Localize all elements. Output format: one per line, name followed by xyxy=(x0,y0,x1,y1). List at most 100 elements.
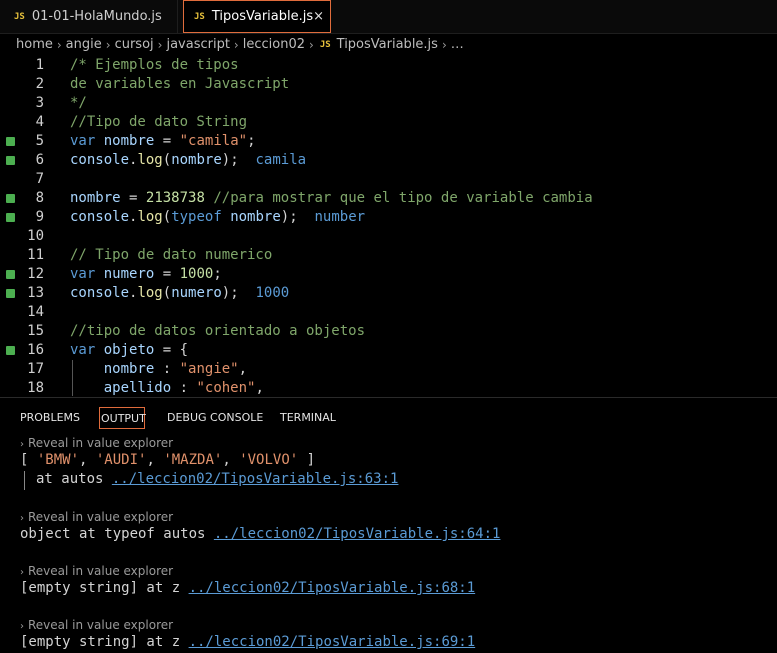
code-line[interactable]: 9 console.log(typeof nombre); number xyxy=(0,208,777,227)
line-code: /* Ejemplos de tipos xyxy=(70,57,239,73)
breadcrumb-javascript[interactable]: javascript xyxy=(166,37,229,52)
chevron-right-icon: › xyxy=(56,37,62,52)
breadcrumb-cursoj[interactable]: cursoj xyxy=(115,37,154,52)
line-code: var objeto = { xyxy=(70,342,189,358)
inline-value: number xyxy=(297,209,366,225)
code-editor[interactable]: 1 /* Ejemplos de tipos 2 de variables en Ja… xyxy=(0,55,777,396)
tab-problems[interactable]: PROBLEMS xyxy=(20,407,80,429)
code-line[interactable]: 18 apellido : "cohen", xyxy=(0,379,777,396)
code-line[interactable]: 14 xyxy=(0,303,777,322)
line-code: var numero = 1000; xyxy=(70,266,222,282)
reveal-in-value-explorer[interactable]: › Reveal in value explorer xyxy=(20,618,173,632)
line-code: nombre = 2138738 //para mostrar que el t… xyxy=(70,190,593,206)
line-code: de variables en Javascript xyxy=(70,76,290,92)
gutter-marker-icon xyxy=(6,289,15,298)
code-line[interactable]: 17 nombre : "angie", xyxy=(0,360,777,379)
hint-label: Reveal in value explorer xyxy=(28,436,174,450)
reveal-in-value-explorer[interactable]: › Reveal in value explorer xyxy=(20,436,173,450)
chevron-right-icon: › xyxy=(441,37,447,52)
code-line[interactable]: 16 var objeto = { xyxy=(0,341,777,360)
gutter-marker-icon xyxy=(6,156,15,165)
source-link[interactable]: ../leccion02/TiposVariable.js:63:1 xyxy=(112,471,399,487)
breadcrumb-file[interactable]: TiposVariable.js xyxy=(337,37,438,52)
breadcrumb-leccion02[interactable]: leccion02 xyxy=(243,37,305,52)
line-number: 14 xyxy=(27,304,44,320)
code-line[interactable]: 1 /* Ejemplos de tipos xyxy=(0,56,777,75)
output-value: [empty string] at z ../leccion02/TiposVa… xyxy=(20,580,475,596)
code-line[interactable]: 10 xyxy=(0,227,777,246)
gutter-marker-icon xyxy=(6,137,15,146)
line-number: 10 xyxy=(27,228,44,244)
gutter-marker-icon xyxy=(6,213,15,222)
line-number: 17 xyxy=(27,361,44,377)
chevron-right-icon: › xyxy=(20,567,24,578)
tab-label: TiposVariable.js xyxy=(211,9,314,24)
indent-guide xyxy=(72,360,73,396)
gutter-marker-icon xyxy=(6,194,15,203)
gutter-marker-icon xyxy=(6,346,15,355)
editor-tab-bar: JS 01-01-HolaMundo.js JS TiposVariable.j… xyxy=(0,0,777,34)
chevron-right-icon: › xyxy=(105,37,111,52)
reveal-in-value-explorer[interactable]: › Reveal in value explorer xyxy=(20,510,173,524)
output-indent-bar xyxy=(24,471,25,490)
code-line[interactable]: 11 // Tipo de dato numerico xyxy=(0,246,777,265)
source-link[interactable]: ../leccion02/TiposVariable.js:68:1 xyxy=(189,580,476,596)
line-number: 4 xyxy=(35,114,44,130)
line-code: nombre : "angie", xyxy=(103,361,248,377)
code-line[interactable]: 7 xyxy=(0,170,777,189)
output-value: [ 'BMW', 'AUDI', 'MAZDA', 'VOLVO' ] xyxy=(20,452,316,468)
code-line[interactable]: 5 var nombre = "camila"; xyxy=(0,132,777,151)
tab-tiposvariable[interactable]: JS TiposVariable.js × xyxy=(183,0,331,33)
code-line[interactable]: 15 //tipo de datos orientado a objetos xyxy=(0,322,777,341)
code-line[interactable]: 2 de variables en Javascript xyxy=(0,75,777,94)
tab-terminal[interactable]: TERMINAL xyxy=(280,407,336,429)
breadcrumb-angie[interactable]: angie xyxy=(66,37,102,52)
reveal-in-value-explorer[interactable]: › Reveal in value explorer xyxy=(20,564,173,578)
chevron-right-icon: › xyxy=(20,621,24,632)
chevron-right-icon: › xyxy=(20,439,24,450)
breadcrumb-symbol[interactable]: … xyxy=(451,37,464,52)
code-line[interactable]: 12 var numero = 1000; xyxy=(0,265,777,284)
line-number: 3 xyxy=(35,95,44,111)
line-number: 15 xyxy=(27,323,44,339)
close-icon[interactable]: × xyxy=(313,9,324,24)
tab-holamundo[interactable]: JS 01-01-HolaMundo.js xyxy=(0,0,178,33)
line-code: console.log(nombre); camila xyxy=(70,152,307,168)
line-number: 7 xyxy=(35,171,44,187)
output-text: [empty string] at z xyxy=(20,634,189,650)
tab-label: 01-01-HolaMundo.js xyxy=(31,9,162,24)
line-number: 6 xyxy=(35,152,44,168)
code-line[interactable]: 6 console.log(nombre); camila xyxy=(0,151,777,170)
tab-output[interactable]: OUTPUT xyxy=(99,407,146,429)
line-code: console.log(numero); 1000 xyxy=(70,285,290,301)
output-text: [empty string] at z xyxy=(20,580,189,596)
output-value: [empty string] at z ../leccion02/TiposVa… xyxy=(20,634,475,650)
line-number: 1 xyxy=(35,57,44,73)
hint-label: Reveal in value explorer xyxy=(28,564,174,578)
chevron-right-icon: › xyxy=(233,37,239,52)
output-text: object at typeof autos xyxy=(20,526,214,542)
code-line[interactable]: 4 //Tipo de dato String xyxy=(0,113,777,132)
line-number: 9 xyxy=(35,209,44,225)
source-link[interactable]: ../leccion02/TiposVariable.js:64:1 xyxy=(214,526,501,542)
javascript-file-icon: JS xyxy=(14,11,25,22)
line-code: */ xyxy=(70,95,87,111)
line-number: 13 xyxy=(27,285,44,301)
source-link[interactable]: ../leccion02/TiposVariable.js:69:1 xyxy=(189,634,476,650)
inline-value: camila xyxy=(238,152,307,168)
breadcrumb-home[interactable]: home xyxy=(16,37,53,52)
javascript-file-icon: JS xyxy=(319,39,331,50)
chevron-right-icon: › xyxy=(309,37,314,52)
line-code: // Tipo de dato numerico xyxy=(70,247,273,263)
panel-divider xyxy=(0,397,777,398)
line-number: 11 xyxy=(27,247,44,263)
output-value: object at typeof autos ../leccion02/Tipo… xyxy=(20,526,500,542)
inline-value: 1000 xyxy=(238,285,290,301)
code-line[interactable]: 8 nombre = 2138738 //para mostrar que el … xyxy=(0,189,777,208)
chevron-right-icon: › xyxy=(157,37,163,52)
code-line[interactable]: 13 console.log(numero); 1000 xyxy=(0,284,777,303)
line-number: 5 xyxy=(35,133,44,149)
code-line[interactable]: 3 */ xyxy=(0,94,777,113)
hint-label: Reveal in value explorer xyxy=(28,510,174,524)
tab-debug-console[interactable]: DEBUG CONSOLE xyxy=(167,407,263,429)
